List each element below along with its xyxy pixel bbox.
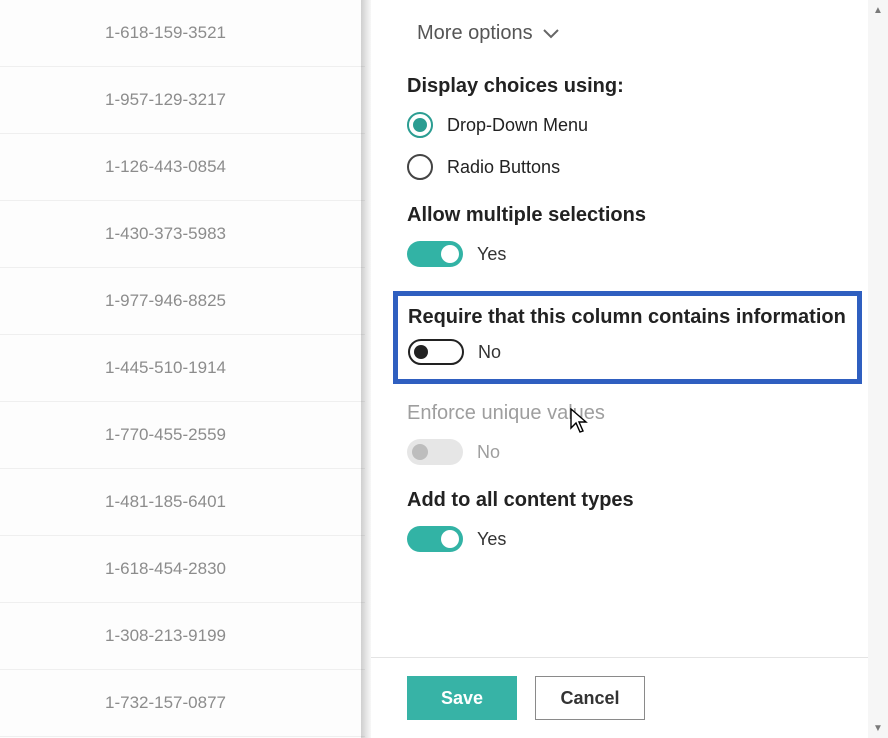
list-item[interactable]: 1-308-213-9199 <box>0 603 365 670</box>
panel-footer: Save Cancel <box>371 657 888 738</box>
display-choices-group: Display choices using: Drop-Down Menu Ra… <box>407 75 848 180</box>
more-options-label: More options <box>417 22 533 45</box>
require-info-heading: Require that this column contains inform… <box>408 306 847 329</box>
radio-label: Drop-Down Menu <box>447 115 588 136</box>
scrollbar[interactable]: ▲ ▼ <box>868 0 888 738</box>
settings-panel: More options Display choices using: Drop… <box>371 0 888 738</box>
unique-values-group: Enforce unique values No <box>407 402 848 465</box>
list-item-label: 1-957-129-3217 <box>105 90 226 110</box>
more-options-toggle[interactable]: More options <box>407 22 848 45</box>
list-item[interactable]: 1-618-454-2830 <box>0 536 365 603</box>
radio-dropdown-menu[interactable]: Drop-Down Menu <box>407 112 848 138</box>
require-info-toggle[interactable] <box>408 339 464 365</box>
save-button[interactable]: Save <box>407 676 517 720</box>
list-item[interactable]: 1-430-373-5983 <box>0 201 365 268</box>
list-item-label: 1-126-443-0854 <box>105 157 226 177</box>
scroll-down-icon[interactable]: ▼ <box>868 718 888 738</box>
list-item[interactable]: 1-618-159-3521 <box>0 0 365 67</box>
list-item[interactable]: 1-957-129-3217 <box>0 67 365 134</box>
radio-radio-buttons[interactable]: Radio Buttons <box>407 154 848 180</box>
list-item-label: 1-977-946-8825 <box>105 291 226 311</box>
list-item[interactable]: 1-770-455-2559 <box>0 402 365 469</box>
radio-selected-icon <box>407 112 433 138</box>
display-choices-heading: Display choices using: <box>407 75 848 98</box>
unique-values-heading: Enforce unique values <box>407 402 848 425</box>
scroll-up-icon[interactable]: ▲ <box>868 0 888 20</box>
content-types-value: Yes <box>477 529 506 550</box>
allow-multiple-toggle[interactable] <box>407 241 463 267</box>
list-item[interactable]: 1-732-157-0877 <box>0 670 365 737</box>
background-list: 1-618-159-3521 1-957-129-3217 1-126-443-… <box>0 0 365 738</box>
chevron-down-icon <box>543 28 559 40</box>
list-item-label: 1-308-213-9199 <box>105 626 226 646</box>
list-item[interactable]: 1-445-510-1914 <box>0 335 365 402</box>
list-item-label: 1-445-510-1914 <box>105 358 226 378</box>
content-types-toggle[interactable] <box>407 526 463 552</box>
list-item[interactable]: 1-481-185-6401 <box>0 469 365 536</box>
list-item-label: 1-618-159-3521 <box>105 23 226 43</box>
content-types-heading: Add to all content types <box>407 489 848 512</box>
content-types-group: Add to all content types Yes <box>407 489 848 552</box>
allow-multiple-group: Allow multiple selections Yes <box>407 204 848 267</box>
panel-body: More options Display choices using: Drop… <box>371 0 888 657</box>
radio-unselected-icon <box>407 154 433 180</box>
allow-multiple-value: Yes <box>477 244 506 265</box>
list-item[interactable]: 1-126-443-0854 <box>0 134 365 201</box>
require-info-highlight: Require that this column contains inform… <box>393 291 862 384</box>
list-item-label: 1-770-455-2559 <box>105 425 226 445</box>
require-info-value: No <box>478 342 501 363</box>
list-item-label: 1-481-185-6401 <box>105 492 226 512</box>
allow-multiple-heading: Allow multiple selections <box>407 204 848 227</box>
list-item-label: 1-618-454-2830 <box>105 559 226 579</box>
list-item-label: 1-732-157-0877 <box>105 693 226 713</box>
unique-values-value: No <box>477 442 500 463</box>
cancel-button[interactable]: Cancel <box>535 676 645 720</box>
list-item[interactable]: 1-977-946-8825 <box>0 268 365 335</box>
radio-label: Radio Buttons <box>447 157 560 178</box>
unique-values-toggle <box>407 439 463 465</box>
list-item-label: 1-430-373-5983 <box>105 224 226 244</box>
